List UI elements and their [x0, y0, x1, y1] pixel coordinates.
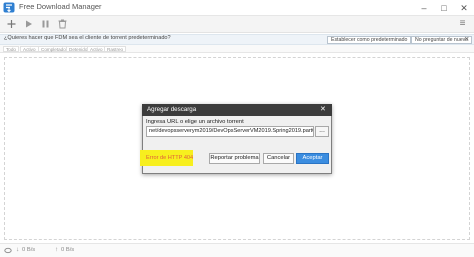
filter-all[interactable]: Todo — [3, 46, 19, 52]
toolbar — [0, 16, 474, 33]
url-input[interactable]: net/devopsserverym2019/DevOpsServerVM201… — [146, 126, 314, 137]
browse-button[interactable]: ... — [315, 126, 329, 137]
upload-speed: 0 B/s — [61, 247, 75, 253]
close-window-button[interactable]: ✕ — [454, 0, 474, 16]
download-speed: 0 B/s — [22, 247, 36, 253]
dialog-close-icon[interactable]: ✕ — [320, 105, 326, 113]
dialog-title: Agregar descarga — [147, 105, 197, 113]
fdm-logo-icon — [3, 2, 15, 13]
maximize-button[interactable]: □ — [434, 0, 454, 16]
filter-tracking[interactable]: Rastreo — [104, 46, 127, 52]
app-title: Free Download Manager — [19, 2, 102, 11]
filter-active-2[interactable]: Activo — [87, 46, 106, 52]
turtle-mode-icon[interactable] — [4, 246, 12, 254]
error-message: Error de HTTP 404 — [146, 154, 194, 161]
pause-icon[interactable] — [38, 17, 53, 31]
play-icon[interactable] — [21, 17, 36, 31]
notice-text: ¿Quieres hacer que FDM sea el cliente de… — [4, 35, 171, 41]
cancel-button[interactable]: Cancelar — [263, 153, 294, 164]
upload-speed-icon: ↑ — [55, 246, 59, 253]
plus-icon[interactable] — [4, 17, 19, 31]
url-label: Ingresa URL o elige un archivo torrent — [146, 119, 244, 125]
menu-icon[interactable]: ≡ — [455, 17, 470, 31]
download-speed-icon: ↓ — [16, 246, 20, 253]
set-default-button[interactable]: Establecer como predeterminado — [327, 35, 412, 44]
report-problem-button[interactable]: Reportar problema — [209, 153, 260, 164]
filter-active[interactable]: Activo — [20, 46, 39, 52]
accept-button[interactable]: Aceptar — [296, 153, 329, 164]
trash-icon[interactable] — [55, 17, 70, 31]
filter-completed[interactable]: Completado — [38, 46, 69, 52]
dont-ask-again-button[interactable]: No preguntar de nuevo — [411, 35, 473, 44]
notice-close-icon[interactable]: ✕ — [464, 35, 469, 43]
minimize-button[interactable]: – — [414, 0, 434, 16]
